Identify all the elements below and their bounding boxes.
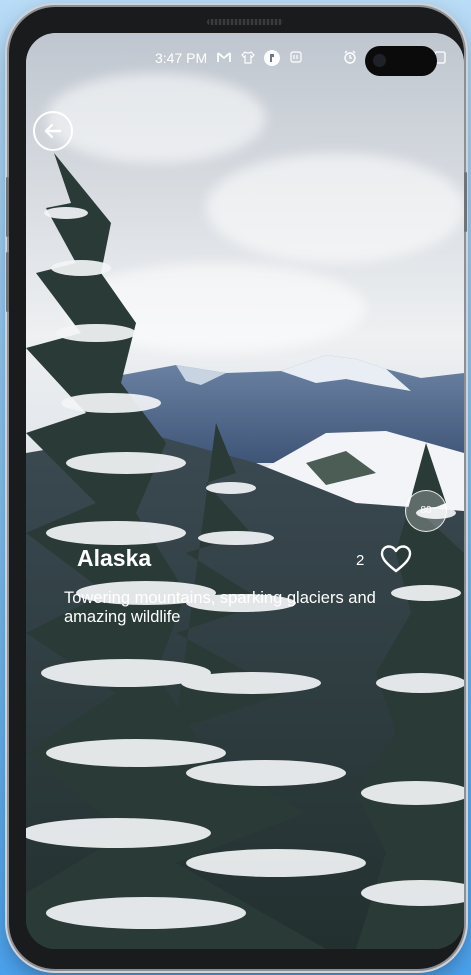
phone-frame: 3:47 PM 80 Alaska 2 Towering mountains, … [6, 7, 467, 969]
volume-button [6, 177, 9, 237]
volume-button [6, 252, 9, 312]
volte-icon [288, 49, 304, 65]
like-count: 2 [356, 552, 365, 569]
arrow-left-icon [44, 123, 62, 139]
power-button [464, 172, 467, 232]
app-icon [263, 49, 280, 66]
back-button[interactable] [33, 111, 73, 151]
score-badge[interactable]: 80 [405, 490, 447, 532]
status-time: 3:47 PM [155, 50, 208, 66]
earpiece-speaker [207, 19, 283, 25]
screen: 3:47 PM 80 Alaska 2 Towering mountains, … [26, 33, 464, 949]
destination-description: Towering mountains, sparking glaciers an… [64, 589, 376, 626]
alarm-icon [342, 49, 358, 65]
destination-title: Alaska [77, 545, 152, 571]
heart-icon[interactable] [379, 543, 413, 575]
landscape-photo [26, 153, 464, 949]
front-camera [365, 46, 437, 76]
gmail-icon [216, 49, 232, 65]
tshirt-icon [240, 49, 256, 65]
